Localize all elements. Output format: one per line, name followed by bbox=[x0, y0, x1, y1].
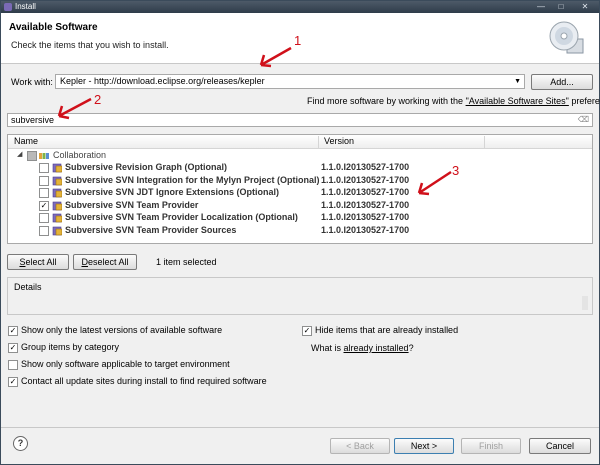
item-checkbox[interactable]: ✓ bbox=[39, 200, 49, 211]
item-version: 1.1.0.I20130527-1700 bbox=[321, 162, 410, 172]
annotation-arrow-1 bbox=[259, 46, 292, 68]
details-group: Details bbox=[7, 277, 593, 315]
table-row[interactable]: ✓ Subversive SVN Team Provider 1.1.0.I2013… bbox=[8, 200, 592, 212]
target-label: Show only software applicable to target … bbox=[21, 359, 230, 369]
table-row[interactable]: Subversive SVN Team Provider Localizatio… bbox=[8, 212, 592, 224]
find-more-text: Find more software by working with the "… bbox=[307, 96, 600, 106]
latest-label: Show only the latest versions of availab… bbox=[21, 325, 223, 335]
finish-button[interactable]: Finish bbox=[461, 438, 521, 454]
item-name: Subversive SVN JDT Ignore Extensions (Op… bbox=[65, 187, 280, 197]
annotation-number-1: 1 bbox=[294, 33, 302, 48]
close-icon[interactable]: ✕ bbox=[577, 1, 593, 12]
collapse-triangle-icon[interactable]: ◢ bbox=[17, 150, 22, 158]
item-name: Subversive SVN Integration for the Mylyn… bbox=[65, 174, 320, 185]
details-scrollbar[interactable] bbox=[582, 296, 588, 310]
annotation-number-2: 2 bbox=[94, 92, 102, 107]
table-row[interactable]: Subversive SVN JDT Ignore Extensions (Op… bbox=[8, 187, 592, 199]
column-separator bbox=[318, 136, 319, 149]
annotation-arrow-2 bbox=[57, 97, 92, 120]
contact-checkbox[interactable]: ✓ bbox=[8, 377, 18, 387]
plugin-icon bbox=[52, 226, 62, 235]
table-row[interactable]: Subversive Revision Graph (Optional) 1.1.… bbox=[8, 162, 592, 174]
cancel-button[interactable]: Cancel bbox=[529, 438, 591, 454]
next-button[interactable]: Next > bbox=[394, 438, 454, 454]
software-tree[interactable]: Name Version ◢ Collaboration Subversive … bbox=[7, 134, 593, 244]
plugin-icon bbox=[52, 188, 62, 198]
selection-status: 1 item selected bbox=[156, 257, 217, 267]
dropdown-arrow-icon[interactable]: ▼ bbox=[514, 75, 521, 88]
tree-header: Name Version bbox=[8, 135, 592, 149]
table-row[interactable]: Subversive SVN Team Provider Sources 1.1.… bbox=[8, 225, 592, 237]
hide-label: Hide items that are already installed bbox=[315, 325, 459, 335]
column-version[interactable]: Version bbox=[324, 136, 354, 146]
category-checkbox[interactable] bbox=[27, 151, 37, 161]
item-checkbox[interactable] bbox=[39, 213, 49, 223]
work-with-label: Work with: bbox=[11, 77, 53, 87]
footer-separator bbox=[1, 427, 599, 428]
maximize-icon[interactable]: □ bbox=[553, 1, 569, 12]
latest-checkbox[interactable]: ✓ bbox=[8, 326, 18, 336]
filter-text: subversive bbox=[11, 115, 55, 125]
clear-filter-icon[interactable]: ⌫ bbox=[578, 114, 589, 126]
item-name: Subversive Revision Graph (Optional) bbox=[65, 162, 228, 172]
item-checkbox[interactable] bbox=[39, 188, 49, 198]
page-subtitle: Check the items that you wish to install… bbox=[11, 40, 169, 50]
target-checkbox[interactable] bbox=[8, 360, 18, 370]
category-label: Collaboration bbox=[53, 150, 107, 160]
plugin-icon bbox=[52, 213, 62, 223]
plugin-icon bbox=[52, 163, 62, 173]
install-window: Install — □ ✕ Available Software Check t… bbox=[0, 0, 600, 465]
what-is-installed-text: What is already installed? bbox=[311, 343, 414, 353]
item-name: Subversive SVN Team Provider Sources bbox=[65, 224, 237, 235]
already-installed-link[interactable]: already installed bbox=[344, 343, 409, 353]
annotation-number-3: 3 bbox=[452, 163, 460, 178]
install-cd-icon bbox=[549, 21, 584, 54]
details-label: Details bbox=[14, 282, 42, 292]
work-with-value: Kepler - http://download.eclipse.org/rel… bbox=[60, 76, 265, 86]
group-label: Group items by category bbox=[21, 342, 120, 352]
item-version: 1.1.0.I20130527-1700 bbox=[321, 187, 410, 197]
minimize-icon[interactable]: — bbox=[533, 1, 549, 12]
item-name: Subversive SVN Team Provider bbox=[65, 199, 199, 210]
add-button[interactable]: Add... bbox=[531, 74, 593, 90]
eclipse-icon bbox=[4, 3, 12, 11]
group-checkbox[interactable]: ✓ bbox=[8, 343, 18, 353]
table-row[interactable]: Subversive SVN Integration for the Mylyn… bbox=[8, 175, 592, 187]
item-checkbox[interactable] bbox=[39, 175, 49, 186]
help-icon[interactable]: ? bbox=[13, 436, 28, 451]
category-icon bbox=[39, 153, 49, 159]
page-title: Available Software bbox=[9, 22, 98, 33]
deselect-all-button[interactable]: Deselect All bbox=[73, 254, 137, 270]
plugin-icon bbox=[52, 201, 62, 210]
item-version: 1.1.0.I20130527-1700 bbox=[321, 199, 410, 210]
category-row[interactable]: ◢ Collaboration bbox=[8, 150, 592, 162]
window-title: Install bbox=[15, 2, 36, 11]
annotation-arrow-3 bbox=[417, 170, 452, 196]
available-software-sites-link[interactable]: "Available Software Sites" bbox=[466, 96, 569, 106]
column-separator bbox=[484, 136, 485, 149]
item-version: 1.1.0.I20130527-1700 bbox=[321, 174, 410, 185]
title-bar[interactable]: Install — □ ✕ bbox=[1, 1, 599, 13]
hide-checkbox[interactable]: ✓ bbox=[302, 326, 312, 336]
column-name[interactable]: Name bbox=[14, 136, 38, 146]
back-button[interactable]: < Back bbox=[330, 438, 390, 454]
item-checkbox[interactable] bbox=[39, 163, 49, 173]
item-checkbox[interactable] bbox=[39, 225, 49, 236]
select-all-button[interactable]: Select All bbox=[7, 254, 69, 270]
item-name: Subversive SVN Team Provider Localizatio… bbox=[65, 212, 298, 222]
filter-input[interactable]: subversive ⌫ bbox=[7, 113, 593, 127]
item-version: 1.1.0.I20130527-1700 bbox=[321, 224, 410, 235]
contact-label: Contact all update sites during install … bbox=[21, 376, 267, 386]
plugin-icon bbox=[52, 176, 62, 185]
work-with-combo[interactable]: Kepler - http://download.eclipse.org/rel… bbox=[55, 74, 525, 89]
item-version: 1.1.0.I20130527-1700 bbox=[321, 212, 410, 222]
